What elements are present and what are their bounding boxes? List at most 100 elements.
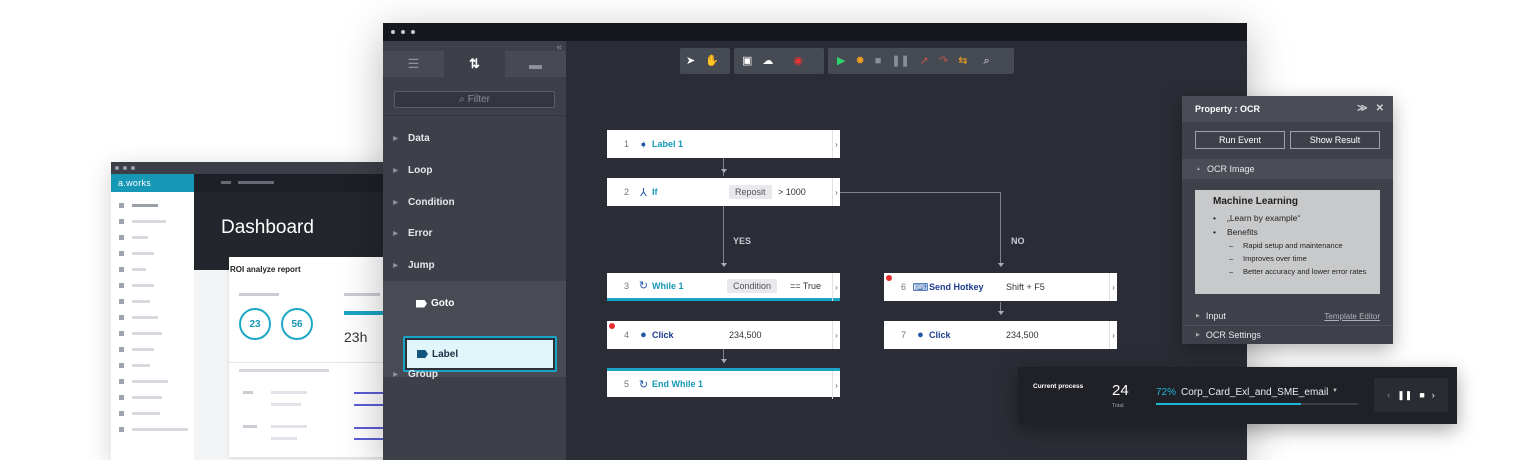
brand-logo: a.works (111, 174, 194, 192)
show-result-button[interactable]: Show Result (1290, 131, 1380, 149)
caret-right-icon: ▶ (1196, 332, 1200, 338)
ocr-image-preview: Machine Learning „Learn by example“ Bene… (1195, 190, 1380, 294)
chevron-right-icon[interactable]: › (832, 321, 840, 349)
node-name: While 1 (652, 280, 684, 291)
node-number: 3 (623, 280, 629, 291)
node-number: 7 (900, 330, 906, 340)
pointer-icon[interactable]: ➤ (686, 55, 695, 67)
flow-node[interactable]: 1 ➧ Label 1 › (607, 130, 840, 158)
filter-input[interactable]: ⌕ Filter (394, 91, 555, 108)
window-dot[interactable] (411, 30, 415, 34)
window-dot[interactable] (391, 30, 395, 34)
breakpoint-icon[interactable] (609, 323, 615, 329)
collapse-icon[interactable]: ≫ (1357, 103, 1367, 114)
category-loop[interactable]: ▶ Loop (383, 160, 566, 180)
mouse-icon: ● (640, 329, 647, 341)
toolbar-run-group: ▶ ✹ ■ ❚❚ ➚ ↷ ⇆ ⌕ (828, 48, 1014, 74)
chevron-right-icon[interactable]: › (832, 178, 840, 206)
activity-label: Label (432, 348, 459, 360)
caret-up-icon: ▲ (1196, 166, 1201, 172)
tab-files[interactable]: ▬ (505, 51, 566, 77)
caret-right-icon: ▶ (393, 135, 398, 142)
caret-right-icon: ▶ (1196, 313, 1200, 319)
node-value: > 1000 (778, 187, 806, 197)
window-dot[interactable] (401, 30, 405, 34)
tab-activities[interactable]: ⇅ (444, 51, 505, 77)
chevron-right-icon[interactable]: › (1109, 273, 1117, 301)
category-label: Loop (408, 164, 433, 176)
roi-report-card: ROI analyze report 23 56 23h (229, 257, 401, 457)
tag-icon (416, 299, 427, 308)
search-icon[interactable]: ⌕ (983, 55, 989, 67)
flow-node[interactable]: 7 ● Click 234,500 › (884, 321, 1117, 349)
category-label: Jump (408, 259, 435, 271)
category-condition[interactable]: ▶ Condition (383, 192, 566, 212)
tab-list[interactable]: ☰ (383, 51, 444, 77)
breakpoint-icon[interactable] (886, 275, 892, 281)
caret-right-icon: ▶ (393, 371, 398, 378)
category-group[interactable]: ▶ Group (383, 364, 566, 384)
metric-ring: 23 (239, 308, 271, 340)
flow-node[interactable]: 3 ↻ While 1 Condition == True › (607, 273, 840, 301)
hand-icon[interactable]: ✋ (705, 55, 719, 67)
loop-icon: ↻ (638, 378, 649, 391)
node-number: 2 (623, 187, 629, 197)
category-data[interactable]: ▶ Data (383, 128, 566, 148)
ocr-subbullet: Improves over time (1213, 254, 1380, 264)
ocr-subbullet: Rapid setup and maintenance (1213, 241, 1380, 251)
next-icon[interactable]: › (1432, 390, 1435, 400)
category-jump[interactable]: ▶ Jump (383, 255, 566, 275)
pause-icon[interactable]: ❚❚ (1397, 390, 1412, 401)
chevron-right-icon[interactable]: › (832, 371, 840, 399)
flow-node[interactable]: 6 ⌨ Send Hotkey Shift + F5 › (884, 273, 1117, 301)
window-dot (131, 166, 135, 170)
record-icon[interactable]: ◉ (793, 55, 803, 67)
cloud-upload-icon[interactable]: ☁ (762, 55, 773, 67)
chevron-right-icon[interactable]: › (832, 130, 840, 158)
close-icon[interactable]: ✕ (1376, 103, 1384, 114)
property-title: Property : OCR (1195, 104, 1261, 114)
process-total-label: Total (1112, 403, 1124, 409)
chevron-down-icon[interactable]: ▼ (1332, 388, 1338, 394)
mouse-icon: ● (917, 329, 924, 341)
stop-icon[interactable]: ■ (1419, 390, 1424, 400)
section-label: Input (1205, 311, 1226, 321)
caret-right-icon: ▶ (393, 167, 398, 174)
section-ocr-image[interactable]: ▲ OCR Image (1182, 159, 1393, 179)
node-value: 234,500 (729, 330, 762, 340)
pause-icon[interactable]: ❚❚ (891, 55, 909, 67)
process-name[interactable]: Corp_Card_Exl_and_SME_email (1181, 387, 1328, 398)
search-icon: ⌕ (459, 94, 465, 105)
template-editor-link[interactable]: Template Editor (1324, 312, 1380, 321)
play-icon[interactable]: ▶ (837, 55, 845, 67)
save-icon[interactable]: ▣ (742, 55, 752, 67)
property-header: Property : OCR ≫ ✕ (1182, 96, 1393, 122)
step-over-icon[interactable]: ↷ (939, 55, 948, 67)
page-title: Dashboard (221, 217, 314, 238)
flow-node[interactable]: 4 ● Click 234,500 › (607, 321, 840, 349)
previous-icon[interactable]: ‹ (1387, 390, 1390, 400)
progress-track (1156, 403, 1358, 405)
flow-node[interactable]: 2 ⅄ If Reposit > 1000 › (607, 178, 840, 206)
node-name: Click (929, 330, 951, 340)
category-label: Group (408, 368, 438, 380)
stop-icon[interactable]: ■ (875, 55, 882, 67)
dashboard-topbar (194, 174, 401, 192)
step-out-icon[interactable]: ⇆ (958, 55, 967, 67)
process-controls: ‹ ❚❚ ■ › (1374, 378, 1448, 412)
property-panel: Property : OCR ≫ ✕ Run Event Show Result… (1182, 96, 1393, 344)
folder-icon: ▬ (529, 56, 542, 72)
tag-icon: ➧ (638, 138, 649, 151)
chevron-right-icon[interactable]: › (832, 273, 840, 301)
hours-value: 23h (344, 329, 368, 345)
flow-node[interactable]: 5 ↻ End While 1 › (607, 368, 840, 399)
no-branch-label: NO (1011, 236, 1025, 246)
process-percent: 72% (1156, 387, 1177, 398)
chevron-right-icon[interactable]: › (1109, 321, 1117, 349)
run-event-button[interactable]: Run Event (1195, 131, 1285, 149)
activity-goto[interactable]: Goto (416, 298, 454, 309)
section-ocr-settings[interactable]: ▶ OCR Settings (1182, 325, 1393, 345)
step-into-icon[interactable]: ➚ (920, 55, 929, 67)
debug-icon[interactable]: ✹ (855, 55, 864, 67)
category-error[interactable]: ▶ Error (383, 223, 566, 243)
